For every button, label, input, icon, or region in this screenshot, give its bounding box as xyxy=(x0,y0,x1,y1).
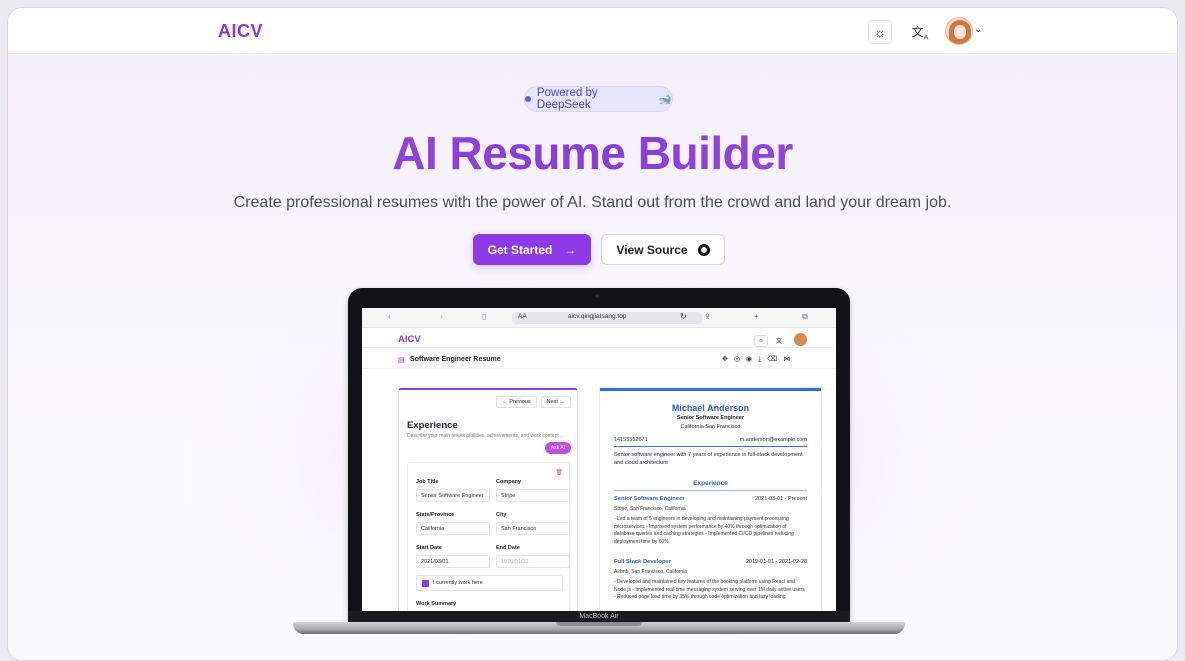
back-icon: ‹ xyxy=(388,312,391,321)
state-input: California xyxy=(416,522,490,535)
ask-ai-button: Ask AI xyxy=(544,442,571,454)
url-text: aicv.qingjiatsang.top xyxy=(568,313,627,320)
reader-aa: AA xyxy=(518,313,527,320)
badge-text: Powered by DeepSeek xyxy=(536,87,598,111)
job-1-bullets: - Led a team of 5 engineers in developin… xyxy=(614,516,794,545)
aicv-logo[interactable]: AICV xyxy=(218,21,263,42)
app-translate-icon: 文 xyxy=(776,339,783,345)
laptop-mockup: ‹ › ▯ AA aicv.qingjiatsang.top ↻ ⇪ + ⧉ A… xyxy=(348,288,850,623)
job-2-title: Full Stack Developer xyxy=(614,559,672,565)
app-avatar xyxy=(794,333,807,346)
job-2-bullets: - Developed and maintained key features … xyxy=(614,579,805,600)
powered-by-badge: Powered by DeepSeek 🐋 xyxy=(524,86,673,112)
reload-icon: ↻ xyxy=(680,312,687,321)
resume-preview: Michael Anderson Senior Software Enginee… xyxy=(600,388,821,621)
top-navigation-bar: AICV ☼ 文A ⌄ xyxy=(8,8,1177,54)
resume-toolbar: ▤ Software Engineer Resume ✥◎◉⤓⌫⋈ xyxy=(362,349,836,369)
status-dot-icon xyxy=(525,96,531,102)
deepseek-whale-icon: 🐋 xyxy=(658,93,672,106)
document-icon: ▤ xyxy=(398,357,405,364)
job-2-dates: 2019-01-01 - 2021-02-28 xyxy=(745,559,807,565)
arrow-right-icon: → xyxy=(564,242,577,257)
work-summary-label: Work Summary xyxy=(416,601,457,607)
preview-phone: 14155552671 xyxy=(614,437,648,443)
next-button: Next → xyxy=(540,396,571,408)
laptop-screen: ‹ › ▯ AA aicv.qingjiatsang.top ↻ ⇪ + ⧉ A… xyxy=(362,308,836,621)
preview-summary: Senior software engineer with 7 years of… xyxy=(614,452,803,466)
preview-location: California San Francisco xyxy=(680,424,741,430)
hero-subtitle: Create professional resumes with the pow… xyxy=(233,194,952,211)
start-date-label: Start Date xyxy=(416,545,442,551)
camera-icon xyxy=(595,294,599,298)
app-logo: AICV xyxy=(398,334,421,345)
view-source-label: View Source xyxy=(616,242,688,257)
state-label: State/Province xyxy=(416,512,455,518)
tabs-icon: ⧉ xyxy=(802,312,808,321)
app-header: AICV ☼ 文 xyxy=(362,328,836,348)
theme-toggle-button[interactable]: ☼ xyxy=(868,20,892,44)
translate-icon: 文A xyxy=(911,24,929,42)
hero-title: AI Resume Builder xyxy=(8,126,1177,180)
currently-work-checkbox-row: I currently work here xyxy=(416,575,563,591)
end-date-input: 1970/01/01 xyxy=(496,555,570,568)
share-icon: ⇪ xyxy=(704,312,711,321)
preview-role: Senior Software Engineer xyxy=(677,415,744,421)
language-button[interactable]: 文A xyxy=(908,20,932,44)
preview-section-title: Experience xyxy=(693,480,728,487)
preview-divider xyxy=(614,446,807,447)
forward-icon: › xyxy=(440,312,443,321)
sun-icon: ☼ xyxy=(874,24,886,40)
company-label: Company xyxy=(496,479,522,485)
chevron-down-icon[interactable]: ⌄ xyxy=(974,24,982,35)
experience-form: 🗑 Job Title Company Senior Software Engi… xyxy=(407,462,570,621)
job-1-company: Stripe, San Francisco, California xyxy=(614,506,686,512)
laptop-model-label: MacBook Air xyxy=(348,611,850,622)
currently-work-label: I currently work here xyxy=(433,580,483,586)
job-1-title: Senior Software Engineer xyxy=(614,496,685,502)
preview-email: m.anderson@example.com xyxy=(739,437,807,443)
end-date-label: End Date xyxy=(496,545,520,551)
company-input: Stripe xyxy=(496,489,570,502)
job-title-label: Job Title xyxy=(416,479,439,485)
resume-tool-icons: ✥◎◉⤓⌫⋈ xyxy=(722,356,797,363)
preview-name: Michael Anderson xyxy=(671,403,750,413)
city-label: City xyxy=(496,512,507,518)
user-avatar[interactable] xyxy=(945,17,973,45)
start-date-input: 2021/03/01 xyxy=(416,555,490,568)
job-2-company: Airbnb, San Francisco, California xyxy=(614,569,688,575)
previous-button: ← Previous xyxy=(496,396,537,408)
resume-name: Software Engineer Resume xyxy=(410,356,501,363)
laptop-base xyxy=(293,622,905,634)
trash-icon: 🗑 xyxy=(555,470,563,476)
city-input: San Francisco xyxy=(496,522,570,535)
get-started-button[interactable]: Get Started → xyxy=(473,234,591,265)
editor-panel: ← Previous Next → Experience Describe yo… xyxy=(398,388,578,621)
job-1-dates: 2021-03-01 - Present xyxy=(755,496,807,502)
safari-toolbar: ‹ › ▯ AA aicv.qingjiatsang.top ↻ ⇪ + ⧉ xyxy=(362,308,836,328)
github-icon xyxy=(697,243,710,256)
checkbox-checked-icon xyxy=(422,580,429,587)
section-title: Experience xyxy=(407,420,458,431)
section-description: Describe your main responsibilities, ach… xyxy=(407,433,563,439)
new-tab-icon: + xyxy=(754,312,759,321)
preview-section-divider xyxy=(614,490,807,491)
job-title-input: Senior Software Engineer xyxy=(416,489,490,502)
get-started-label: Get Started xyxy=(487,242,553,257)
view-source-button[interactable]: View Source xyxy=(601,234,725,265)
app-sun-icon: ☼ xyxy=(754,335,768,347)
browser-page: AICV ☼ 文A ⌄ Powered by DeepSeek 🐋 AI Res… xyxy=(8,8,1177,660)
sidebar-icon: ▯ xyxy=(482,312,487,321)
